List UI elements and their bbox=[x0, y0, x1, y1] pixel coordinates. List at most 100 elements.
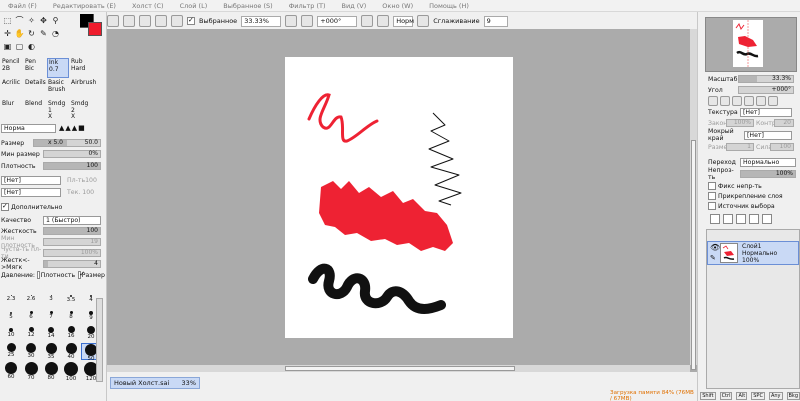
zoom-reset-button[interactable] bbox=[285, 15, 298, 27]
picker-icon[interactable]: ✎ bbox=[38, 28, 49, 39]
show-selection-checkbox[interactable] bbox=[187, 16, 195, 25]
size-cell[interactable]: 80 bbox=[41, 362, 61, 381]
pressure-size-checkbox[interactable] bbox=[78, 270, 84, 279]
nav-reset-button[interactable] bbox=[768, 96, 778, 106]
brush-ink[interactable]: Ink 0.7 bbox=[47, 58, 69, 78]
new-linework-icon[interactable] bbox=[723, 214, 733, 224]
canvas-paper[interactable] bbox=[285, 57, 513, 338]
size-cell[interactable]: 70 bbox=[21, 362, 41, 381]
nav-zoom-out-button[interactable] bbox=[720, 96, 730, 106]
secondary-color-swatch[interactable] bbox=[88, 22, 102, 36]
brush-basic[interactable]: Basic Brush bbox=[47, 79, 69, 99]
vertical-scroll-thumb[interactable] bbox=[691, 140, 696, 370]
zoom-field[interactable]: 33.33% bbox=[241, 15, 282, 27]
size-cell[interactable]: 6 bbox=[21, 309, 41, 326]
edge-select[interactable]: [Нет] bbox=[1, 187, 61, 197]
wet-size-slider[interactable]: 1 bbox=[726, 143, 754, 151]
copy-layer-icon[interactable] bbox=[749, 214, 759, 224]
texture-scale-slider[interactable]: 100% bbox=[726, 119, 754, 127]
clip-layer-checkbox[interactable] bbox=[708, 192, 716, 200]
size-cell[interactable]: 30 bbox=[21, 343, 41, 360]
layer-blend-select[interactable]: Нормально bbox=[740, 157, 796, 167]
texture-select[interactable]: [Нет] bbox=[1, 175, 61, 185]
deselect-button[interactable] bbox=[107, 15, 119, 27]
move-icon[interactable]: ✥ bbox=[38, 15, 49, 26]
nav-zoom-in-button[interactable] bbox=[708, 96, 718, 106]
opacity-slider[interactable]: 100% bbox=[740, 170, 796, 178]
rect-select-icon[interactable]: ⬚ bbox=[2, 15, 13, 26]
brush-airbrush[interactable]: Airbrush bbox=[70, 79, 96, 99]
menu-help[interactable]: Помощь (H) bbox=[429, 2, 469, 10]
size-cell[interactable]: 7 bbox=[41, 309, 61, 326]
blend-mode-select[interactable]: Норма bbox=[1, 123, 56, 133]
min-size-slider[interactable]: 0% bbox=[43, 150, 101, 158]
rotate-right-button[interactable] bbox=[377, 15, 390, 27]
eyedrop-icon[interactable]: ◔ bbox=[50, 28, 61, 39]
eye-icon[interactable]: 👁 bbox=[710, 243, 720, 252]
menu-view[interactable]: Вид (V) bbox=[342, 2, 367, 10]
flip-button[interactable] bbox=[417, 15, 430, 27]
size-grid-scrollbar[interactable] bbox=[96, 298, 103, 382]
zoom-in-button[interactable] bbox=[155, 15, 167, 27]
size-cell[interactable]: 25 bbox=[1, 343, 21, 360]
size-cell[interactable]: 14 bbox=[41, 326, 61, 343]
angle-slider[interactable]: +000° bbox=[738, 86, 794, 94]
menu-file[interactable]: Файл (F) bbox=[8, 2, 37, 10]
layer-texture-select[interactable]: [Нет] bbox=[740, 107, 792, 117]
menu-filter[interactable]: Фильтр (T) bbox=[289, 2, 326, 10]
size-cell[interactable]: 8 bbox=[61, 309, 81, 326]
menu-canvas[interactable]: Холст (C) bbox=[132, 2, 164, 10]
texture-contrast-slider[interactable]: 20 bbox=[774, 119, 794, 127]
brush-smdg1[interactable]: Smdg 1X bbox=[47, 100, 69, 120]
select-eraser-icon[interactable]: ▢ bbox=[14, 41, 25, 52]
menu-window[interactable]: Окно (W) bbox=[382, 2, 413, 10]
size-cell[interactable]: 60 bbox=[1, 362, 21, 380]
angle-field[interactable]: +000° bbox=[317, 15, 358, 27]
zoom-out-button[interactable] bbox=[171, 15, 183, 27]
mode-field[interactable]: Норм bbox=[393, 15, 414, 27]
rotate-left-button[interactable] bbox=[361, 15, 374, 27]
brush-blend[interactable]: Blend bbox=[24, 100, 46, 120]
document-tab[interactable]: Новый Холст.sai 33% bbox=[110, 377, 200, 389]
zoom-fit-button[interactable] bbox=[139, 15, 151, 27]
delete-layer-icon[interactable] bbox=[762, 214, 772, 224]
size-cell[interactable]: 16 bbox=[61, 326, 81, 343]
lasso-icon[interactable]: ⌒ bbox=[14, 15, 25, 26]
pressure-hard-slider[interactable]: 4 bbox=[43, 260, 101, 268]
brush-pencil[interactable]: Pencil 2B bbox=[1, 58, 23, 78]
smoothing-field[interactable]: 9 bbox=[483, 15, 508, 27]
wet-edge-select[interactable]: [Нет] bbox=[744, 130, 792, 140]
hardness-slider[interactable]: 100 bbox=[43, 227, 101, 235]
size-cell[interactable]: 40 bbox=[61, 343, 81, 360]
nav-rotate-right-button[interactable] bbox=[756, 96, 766, 106]
magic-wand-icon[interactable]: ✧ bbox=[26, 15, 37, 26]
scale-slider[interactable]: 33.3% bbox=[738, 75, 794, 83]
brush-details[interactable]: Details bbox=[24, 79, 46, 99]
rotate-icon[interactable]: ↻ bbox=[26, 28, 37, 39]
advanced-checkbox[interactable] bbox=[1, 202, 9, 211]
size-cell[interactable]: 3.5 bbox=[61, 292, 81, 309]
wet-strength-slider[interactable]: 100 bbox=[770, 143, 794, 151]
pressure-density-checkbox[interactable] bbox=[37, 271, 40, 279]
size-slider[interactable]: x 5.0 50.0 bbox=[33, 139, 101, 147]
size-cell[interactable]: 10 bbox=[1, 326, 21, 343]
size-cell[interactable]: 12 bbox=[21, 326, 41, 343]
size-cell[interactable]: 3 bbox=[41, 292, 61, 309]
brush-blur[interactable]: Blur bbox=[1, 100, 23, 120]
select-pen-icon[interactable]: ▣ bbox=[2, 41, 13, 52]
size-cell[interactable]: 100 bbox=[61, 362, 81, 382]
layer-move-icon[interactable]: ✛ bbox=[2, 28, 13, 39]
zoom-icon[interactable]: ⚲ bbox=[50, 15, 61, 26]
brush-smdg2[interactable]: Smdg 2X bbox=[70, 100, 92, 120]
quality-select[interactable]: 1 (Быстро) bbox=[43, 215, 101, 225]
brush-shape-icons[interactable]: ▲▲▲■ bbox=[59, 124, 86, 132]
size-cell[interactable]: 2.3 bbox=[1, 292, 21, 309]
min-density-slider[interactable]: 19 bbox=[43, 238, 101, 246]
pressure-sens-slider[interactable]: 100% bbox=[43, 249, 101, 257]
selection-source-checkbox[interactable] bbox=[708, 202, 716, 210]
brush-acrilic[interactable]: Acrilic bbox=[1, 79, 23, 99]
zoom-step-button[interactable] bbox=[301, 15, 314, 27]
brush-pen[interactable]: Pen Bic bbox=[24, 58, 46, 78]
fix-opacity-checkbox[interactable] bbox=[708, 182, 716, 190]
new-layer-icon[interactable] bbox=[710, 214, 720, 224]
